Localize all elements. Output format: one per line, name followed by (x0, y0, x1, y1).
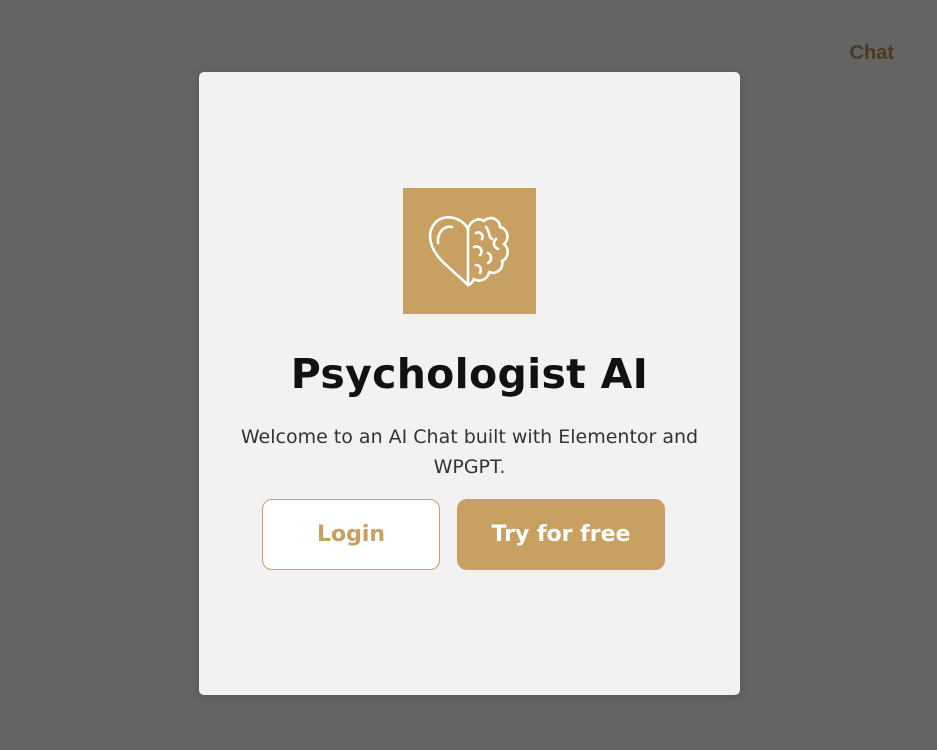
welcome-modal: Psychologist AI Welcome to an AI Chat bu… (199, 72, 740, 695)
heart-brain-icon (428, 216, 509, 287)
page-title: Psychologist AI (290, 350, 649, 398)
logo (403, 188, 536, 314)
chat-link[interactable]: Chat (850, 42, 894, 65)
try-for-free-button[interactable]: Try for free (457, 499, 665, 570)
welcome-text: Welcome to an AI Chat built with Element… (240, 426, 699, 478)
login-button[interactable]: Login (262, 499, 440, 570)
